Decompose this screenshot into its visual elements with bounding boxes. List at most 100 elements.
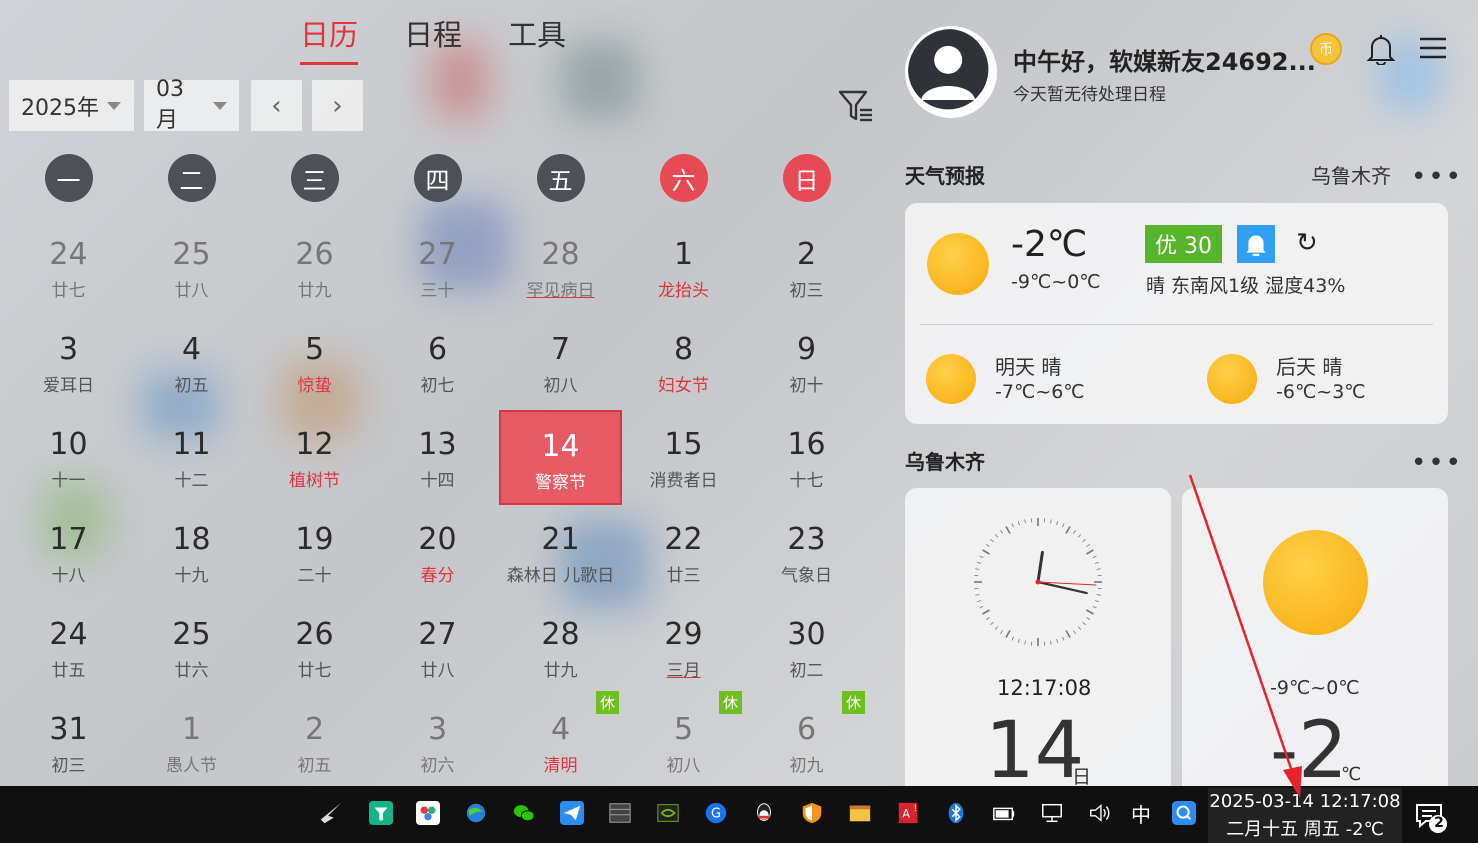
day-cell[interactable]: 9 初十 bbox=[745, 315, 868, 410]
window-icon[interactable] bbox=[845, 798, 875, 828]
day-number: 7 bbox=[550, 332, 571, 367]
day-cell[interactable]: 21 森林日 儿歌日 bbox=[499, 505, 622, 600]
year-select[interactable]: 2025年 bbox=[9, 80, 134, 131]
city-widget-more-button[interactable]: ••• bbox=[1411, 450, 1463, 476]
day-cell[interactable]: 17 十八 bbox=[7, 505, 130, 600]
weather-city[interactable]: 乌鲁木齐 bbox=[1311, 160, 1391, 189]
qq-icon[interactable] bbox=[749, 798, 779, 828]
day-number: 16 bbox=[787, 427, 826, 462]
day-cell[interactable]: 12 植树节 bbox=[253, 410, 376, 505]
bell-icon[interactable] bbox=[1366, 33, 1396, 65]
send-icon[interactable] bbox=[557, 798, 587, 828]
day-cell[interactable]: 24 廿五 bbox=[7, 600, 130, 695]
month-select[interactable]: 03月 bbox=[144, 77, 239, 133]
day-cell[interactable]: 6 初九 休 bbox=[745, 691, 868, 790]
today-range: -9℃~0℃ bbox=[1011, 271, 1101, 293]
google-icon[interactable]: G bbox=[701, 798, 731, 828]
day-cell[interactable]: 30 初二 bbox=[745, 600, 868, 695]
clock-tick bbox=[1000, 630, 1004, 635]
avatar[interactable] bbox=[905, 26, 997, 118]
day-cell[interactable]: 13 十四 bbox=[376, 410, 499, 505]
cursor-icon[interactable] bbox=[316, 798, 346, 828]
day-cell[interactable]: 26 廿七 bbox=[253, 600, 376, 695]
day-cell[interactable]: 19 二十 bbox=[253, 505, 376, 600]
wechat-icon[interactable] bbox=[509, 798, 539, 828]
day-cell[interactable]: 4 初五 bbox=[130, 315, 253, 410]
tab-calendar[interactable]: 日历 bbox=[300, 12, 359, 65]
day-cell[interactable]: 3 爱耳日 bbox=[7, 315, 130, 410]
flower-app-icon[interactable] bbox=[413, 798, 443, 828]
coin-icon[interactable]: 币 bbox=[1310, 33, 1342, 65]
nvidia-icon[interactable] bbox=[653, 798, 683, 828]
day-cell[interactable]: 2 初三 bbox=[745, 220, 868, 315]
day-cell[interactable]: 2 初五 bbox=[253, 695, 376, 790]
day-cell[interactable]: 11 十二 bbox=[130, 410, 253, 505]
battery-icon[interactable] bbox=[989, 798, 1019, 828]
day-cell[interactable]: 25 廿六 bbox=[130, 600, 253, 695]
next-month-button[interactable]: › bbox=[312, 80, 363, 131]
clock-tick bbox=[1072, 630, 1076, 635]
day-lunar-label: 十八 bbox=[51, 566, 86, 586]
day-cell[interactable]: 18 十九 bbox=[130, 505, 253, 600]
day-number: 31 bbox=[49, 712, 88, 747]
day-cell[interactable]: 4 清明 休 bbox=[499, 691, 622, 790]
day-cell[interactable]: 23 气象日 bbox=[745, 505, 868, 600]
day-after-range: -6℃~3℃ bbox=[1276, 381, 1366, 403]
day-cell[interactable]: 3 初六 bbox=[376, 695, 499, 790]
day-cell[interactable]: 1 龙抬头 bbox=[622, 220, 745, 315]
day-cell[interactable]: 25 廿八 bbox=[130, 220, 253, 315]
aqi-badge[interactable]: 优 30 bbox=[1145, 225, 1222, 263]
day-lunar-label: 初十 bbox=[789, 376, 824, 396]
globe-icon[interactable] bbox=[461, 798, 491, 828]
tomorrow-range: -7℃~6℃ bbox=[995, 381, 1085, 403]
day-cell[interactable]: 22 廿三 bbox=[622, 505, 745, 600]
shield-icon[interactable] bbox=[797, 798, 827, 828]
day-cell[interactable]: 31 初三 bbox=[7, 695, 130, 790]
day-cell[interactable]: 16 十七 bbox=[745, 410, 868, 505]
day-cell[interactable]: 27 三十 bbox=[376, 220, 499, 315]
day-lunar-label: 春分 bbox=[420, 566, 455, 586]
bluetooth-icon[interactable] bbox=[941, 798, 971, 828]
clock-tick bbox=[1094, 600, 1099, 603]
tab-tools[interactable]: 工具 bbox=[508, 12, 566, 65]
clock-tick bbox=[1005, 630, 1011, 638]
app-icon[interactable] bbox=[366, 798, 396, 828]
input-method-indicator[interactable]: 中 bbox=[1126, 798, 1156, 828]
clock-tick bbox=[994, 626, 999, 630]
prev-month-button[interactable]: ‹ bbox=[251, 80, 302, 131]
day-cell[interactable]: 29 三月 bbox=[622, 600, 745, 695]
keyboard-icon[interactable] bbox=[605, 798, 635, 828]
clock-tick bbox=[1062, 523, 1065, 528]
day-cell[interactable]: 6 初七 bbox=[376, 315, 499, 410]
volume-icon[interactable] bbox=[1085, 798, 1115, 828]
day-cell[interactable]: 8 妇女节 bbox=[622, 315, 745, 410]
clock-tick bbox=[1096, 568, 1101, 570]
day-cell[interactable]: 28 罕见病日 bbox=[499, 220, 622, 315]
clock-tick bbox=[1050, 640, 1052, 645]
day-cell[interactable]: 1 愚人节 bbox=[130, 695, 253, 790]
clock-tick bbox=[1077, 534, 1082, 538]
day-cell[interactable]: 24 廿七 bbox=[7, 220, 130, 315]
day-cell[interactable]: 5 初八 休 bbox=[622, 691, 745, 790]
day-cell[interactable]: 26 廿九 bbox=[253, 220, 376, 315]
day-cell[interactable]: 5 惊蛰 bbox=[253, 315, 376, 410]
day-cell[interactable]: 7 初八 bbox=[499, 315, 622, 410]
weather-more-button[interactable]: ••• bbox=[1411, 164, 1463, 190]
day-lunar-label: 廿五 bbox=[51, 661, 86, 681]
refresh-icon[interactable]: ↻ bbox=[1296, 228, 1318, 258]
pdf-icon[interactable]: A! bbox=[893, 798, 923, 828]
day-cell-today[interactable]: 14 警察节 bbox=[499, 410, 622, 505]
day-cell[interactable]: 27 廿八 bbox=[376, 600, 499, 695]
weather-title: 天气预报 bbox=[905, 164, 985, 188]
weather-alert-button[interactable] bbox=[1237, 225, 1275, 263]
day-cell[interactable]: 20 春分 bbox=[376, 505, 499, 600]
filter-icon[interactable] bbox=[836, 86, 876, 126]
search-app-icon[interactable] bbox=[1169, 798, 1199, 828]
day-cell[interactable]: 10 十一 bbox=[7, 410, 130, 505]
notification-center-button[interactable]: 2 bbox=[1414, 800, 1448, 834]
network-icon[interactable] bbox=[1037, 798, 1067, 828]
day-cell[interactable]: 15 消费者日 bbox=[622, 410, 745, 505]
tab-schedule[interactable]: 日程 bbox=[404, 12, 462, 65]
day-cell[interactable]: 28 廿九 bbox=[499, 600, 622, 695]
menu-icon[interactable] bbox=[1418, 36, 1448, 60]
